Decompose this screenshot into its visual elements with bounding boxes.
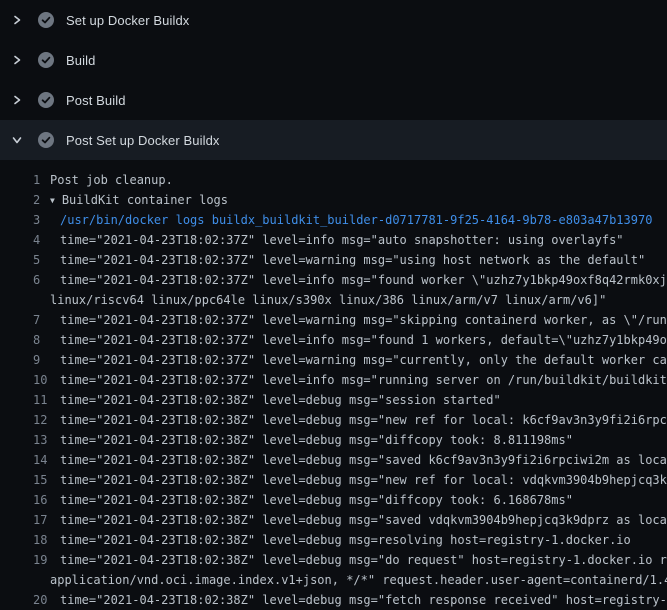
log-line-number[interactable]: 9 [33,350,40,370]
chevron-right-icon [8,92,26,108]
log-line-number[interactable]: 7 [33,310,40,330]
step-label: Post Build [66,93,126,108]
log-line-number[interactable]: 10 [33,370,47,390]
log-text: Post job cleanup. [50,170,173,190]
log-line: 7 time="2021-04-23T18:02:37Z" level=warni… [0,310,667,330]
log-line: 1 Post job cleanup. [0,170,667,190]
log-text: time="2021-04-23T18:02:38Z" level=debug … [60,550,667,570]
log-text: linux/riscv64 linux/ppc64le linux/s390x … [50,290,606,310]
log-line: 12 time="2021-04-23T18:02:38Z" level=debu… [0,410,667,430]
step-header-build[interactable]: Build [0,40,667,80]
step-label: Build [66,53,95,68]
step-log-output: 1 Post job cleanup. 2 ▼ BuildKit container l… [0,160,667,610]
chevron-down-icon [8,132,26,148]
log-line-number[interactable]: 6 [33,270,40,290]
log-line-number[interactable]: 19 [33,550,47,570]
log-text: time="2021-04-23T18:02:38Z" level=debug … [60,450,667,470]
log-line-number[interactable]: 17 [33,510,47,530]
caret-down-icon: ▼ [50,191,55,211]
log-line-number[interactable]: 18 [33,530,47,550]
log-line: 19 time="2021-04-23T18:02:38Z" level=debu… [0,550,667,570]
log-text: application/vnd.oci.image.index.v1+json,… [50,570,667,590]
log-text: time="2021-04-23T18:02:37Z" level=warnin… [60,310,667,330]
log-line: 15 time="2021-04-23T18:02:38Z" level=debu… [0,470,667,490]
log-line-number[interactable]: 8 [33,330,40,350]
step-label: Set up Docker Buildx [66,13,189,28]
log-text: time="2021-04-23T18:02:38Z" level=debug … [60,430,573,450]
log-line: 14 time="2021-04-23T18:02:38Z" level=debu… [0,450,667,470]
log-text: time="2021-04-23T18:02:38Z" level=debug … [60,410,667,430]
check-circle-icon [38,92,54,108]
check-circle-icon [38,132,54,148]
log-line-number[interactable]: 14 [33,450,47,470]
log-line-continuation: linux/riscv64 linux/ppc64le linux/s390x … [0,290,667,310]
log-text: time="2021-04-23T18:02:38Z" level=debug … [60,390,501,410]
log-group-label: BuildKit container logs [62,193,228,207]
log-line: 10 time="2021-04-23T18:02:37Z" level=info… [0,370,667,390]
step-header-post-set-up-docker-buildx[interactable]: Post Set up Docker Buildx [0,120,667,160]
log-text: time="2021-04-23T18:02:37Z" level=warnin… [60,350,667,370]
log-line: 17 time="2021-04-23T18:02:38Z" level=debu… [0,510,667,530]
check-circle-icon [38,12,54,28]
log-line: 18 time="2021-04-23T18:02:38Z" level=debu… [0,530,667,550]
log-group-toggle[interactable]: ▼ BuildKit container logs [50,190,228,212]
step-label: Post Set up Docker Buildx [66,133,220,148]
log-line: 16 time="2021-04-23T18:02:38Z" level=debu… [0,490,667,510]
log-line-number[interactable]: 11 [33,390,47,410]
log-line: 2 ▼ BuildKit container logs [0,190,667,210]
log-line-number[interactable]: 15 [33,470,47,490]
log-text: time="2021-04-23T18:02:37Z" level=info m… [60,330,667,350]
log-line: 11 time="2021-04-23T18:02:38Z" level=debu… [0,390,667,410]
log-line: 5 time="2021-04-23T18:02:37Z" level=warni… [0,250,667,270]
log-line: 9 time="2021-04-23T18:02:37Z" level=warni… [0,350,667,370]
log-line-number[interactable]: 1 [33,170,40,190]
check-circle-icon [38,52,54,68]
log-command-text: /usr/bin/docker logs buildx_buildkit_bui… [60,210,652,230]
log-line: 13 time="2021-04-23T18:02:38Z" level=debu… [0,430,667,450]
log-line-continuation: application/vnd.oci.image.index.v1+json,… [0,570,667,590]
chevron-right-icon [8,52,26,68]
log-text: time="2021-04-23T18:02:38Z" level=debug … [60,590,667,610]
log-text: time="2021-04-23T18:02:37Z" level=info m… [60,370,667,390]
log-text: time="2021-04-23T18:02:38Z" level=debug … [60,470,667,490]
log-text: time="2021-04-23T18:02:38Z" level=debug … [60,510,667,530]
log-line-number[interactable]: 16 [33,490,47,510]
log-line: 3/usr/bin/docker logs buildx_buildkit_bu… [0,210,667,230]
log-text: time="2021-04-23T18:02:37Z" level=info m… [60,270,667,290]
log-text: time="2021-04-23T18:02:37Z" level=info m… [60,230,624,250]
log-line-number[interactable]: 2 [33,190,40,210]
job-steps-list: Set up Docker Buildx Build Post Build Post … [0,0,667,160]
log-line-number[interactable]: 13 [33,430,47,450]
log-line: 6 time="2021-04-23T18:02:37Z" level=info … [0,270,667,290]
log-line-number[interactable]: 5 [33,250,40,270]
step-header-set-up-docker-buildx[interactable]: Set up Docker Buildx [0,0,667,40]
chevron-right-icon [8,12,26,28]
log-text: time="2021-04-23T18:02:37Z" level=warnin… [60,250,645,270]
log-line: 4 time="2021-04-23T18:02:37Z" level=info … [0,230,667,250]
log-line-number[interactable]: 3 [33,210,40,230]
log-text: time="2021-04-23T18:02:38Z" level=debug … [60,530,631,550]
log-line-number[interactable]: 4 [33,230,40,250]
log-line-number[interactable]: 20 [33,590,47,610]
log-line-number[interactable]: 12 [33,410,47,430]
log-text: time="2021-04-23T18:02:38Z" level=debug … [60,490,573,510]
log-line: 20 time="2021-04-23T18:02:38Z" level=debu… [0,590,667,610]
step-header-post-build[interactable]: Post Build [0,80,667,120]
log-line: 8 time="2021-04-23T18:02:37Z" level=info … [0,330,667,350]
